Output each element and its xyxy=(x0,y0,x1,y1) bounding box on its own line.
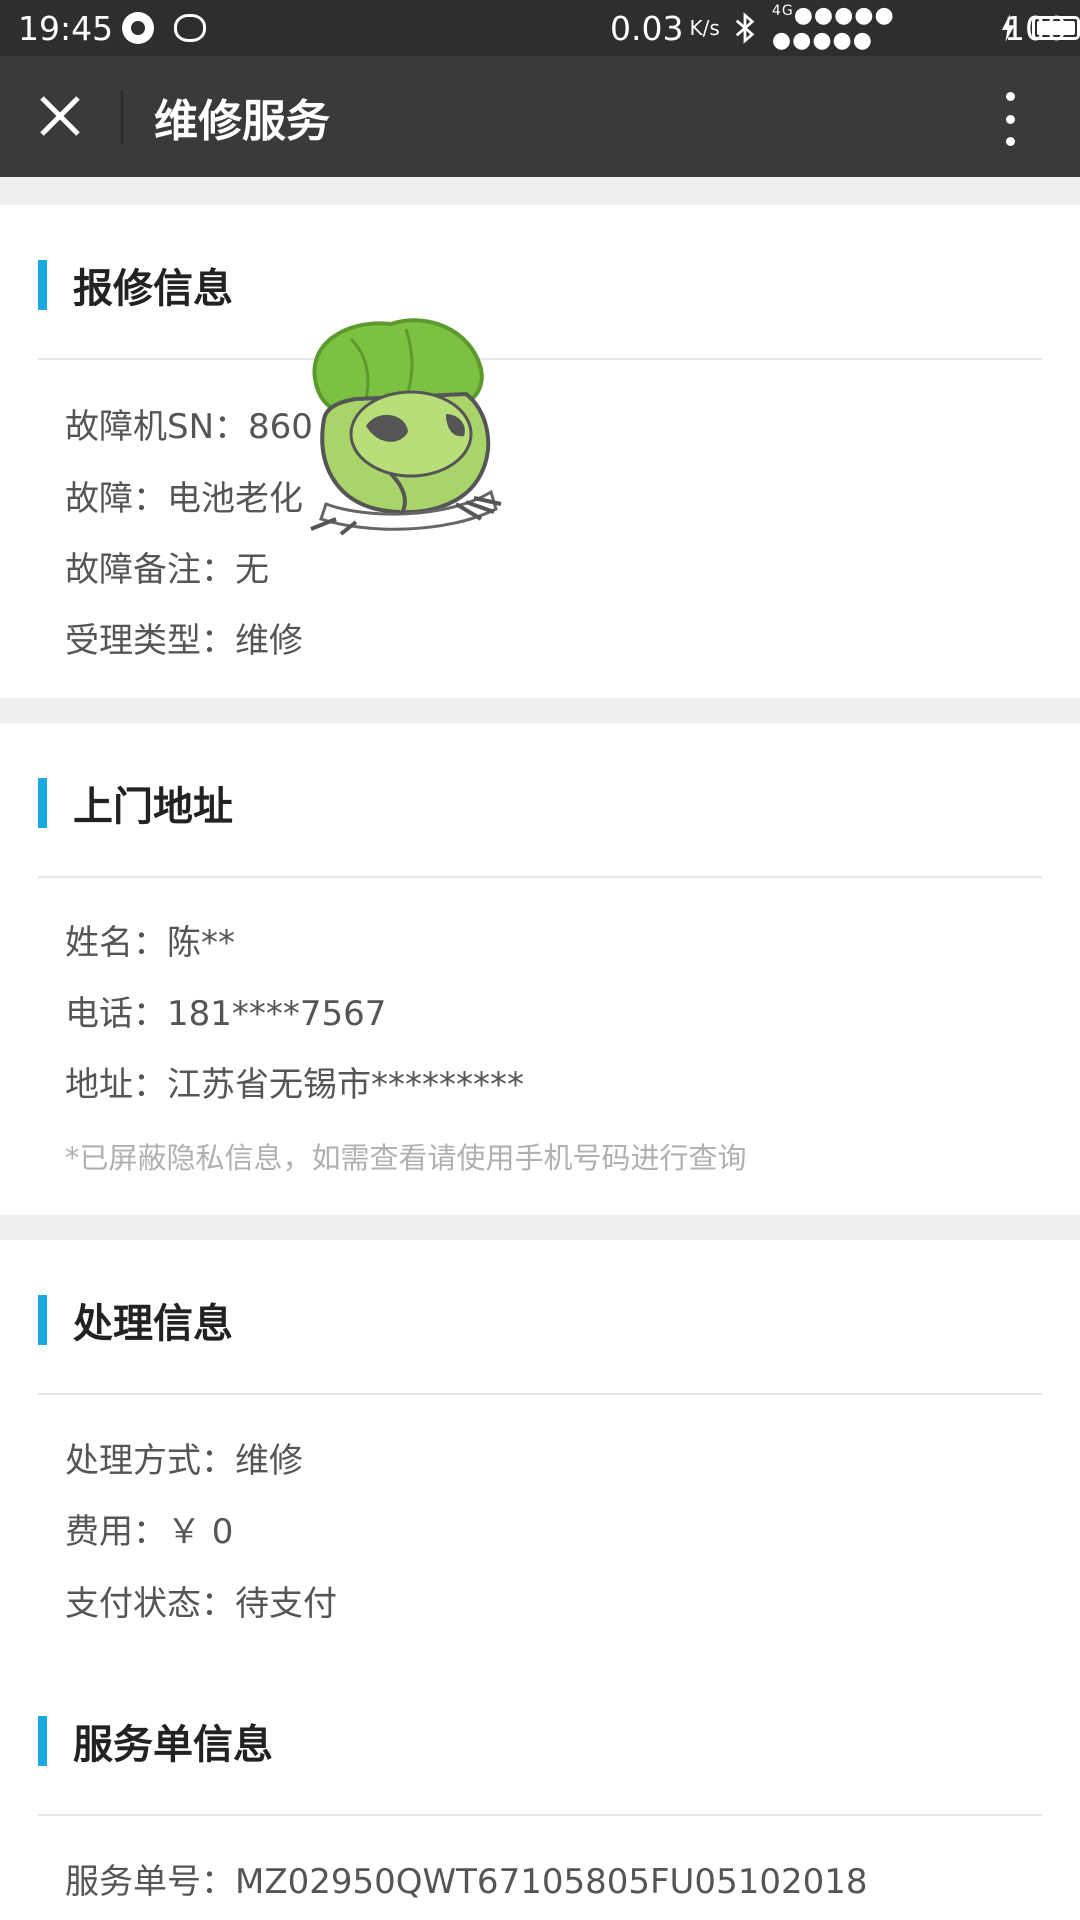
signal-icon: 4G●●●●● ●●●●● xyxy=(771,3,895,53)
fault-sn: 故障机SN：860 xyxy=(65,407,313,447)
section-title: 处理信息 xyxy=(73,1301,233,1347)
network-speed: 0.03 K/s xyxy=(610,0,720,56)
section-accent-bar xyxy=(38,778,47,828)
service-order-header: 服务单信息 xyxy=(38,1716,273,1768)
close-icon xyxy=(40,96,80,136)
contact-phone: 电话：181****7567 xyxy=(65,994,387,1034)
frog-sticker xyxy=(310,318,502,536)
bluetooth-icon xyxy=(735,12,755,44)
battery-level: 100 xyxy=(1004,8,1067,48)
fault-note: 故障备注：无 xyxy=(65,550,269,590)
network-speed-value: 0.03 xyxy=(610,8,684,48)
divider xyxy=(38,876,1042,878)
status-notification-icons xyxy=(122,0,206,56)
page-title: 维修服务 xyxy=(154,95,330,147)
privacy-note: *已屏蔽隐私信息，如需查看请使用手机号码进行查询 xyxy=(65,1141,747,1175)
service-order-number: 服务单号：MZ02950QWT67105805FU05102018 xyxy=(65,1862,868,1902)
contact-address: 地址：江苏省无锡市********* xyxy=(65,1065,524,1105)
network-type: 4G xyxy=(771,3,794,19)
close-button[interactable] xyxy=(32,88,88,144)
network-speed-unit: K/s xyxy=(689,16,720,40)
section-title: 上门地址 xyxy=(73,784,233,830)
processing-card: 处理信息 处理方式：维修 费用：￥ 0 支付状态：待支付 服务单信息 服务单号：… xyxy=(0,1240,1080,1920)
repair-info-header: 报修信息 xyxy=(38,260,233,312)
contact-name: 姓名：陈** xyxy=(65,923,235,963)
repair-info-card: 报修信息 故障机SN：860 故障：电池老化 故障备注：无 受理类型：维修 xyxy=(0,205,1080,698)
payment-status: 支付状态：待支付 xyxy=(65,1584,337,1624)
section-accent-bar xyxy=(38,260,47,310)
status-time: 19:45 xyxy=(18,8,114,48)
header-divider xyxy=(121,90,123,144)
process-method: 处理方式：维修 xyxy=(65,1441,303,1481)
divider xyxy=(38,358,1042,360)
more-icon xyxy=(1005,92,1015,101)
weibo-icon xyxy=(174,14,206,42)
section-accent-bar xyxy=(38,1716,47,1766)
fault-description: 故障：电池老化 xyxy=(65,479,303,519)
process-fee: 费用：￥ 0 xyxy=(65,1512,234,1552)
divider xyxy=(38,1393,1042,1395)
more-icon-dot xyxy=(1005,114,1015,124)
processing-header: 处理信息 xyxy=(38,1295,233,1347)
section-title: 报修信息 xyxy=(73,266,233,312)
address-card: 上门地址 姓名：陈** 电话：181****7567 地址：江苏省无锡市****… xyxy=(0,723,1080,1215)
status-bar: 19:45 0.03 K/s 4G●●●●● ●●●●● 100 xyxy=(0,0,1080,56)
more-icon-dot xyxy=(1005,137,1015,146)
more-button[interactable] xyxy=(990,92,1030,146)
section-accent-bar xyxy=(38,1295,47,1345)
address-header: 上门地址 xyxy=(38,778,233,830)
accept-type: 受理类型：维修 xyxy=(65,621,303,661)
app-header: 维修服务 xyxy=(0,56,1080,177)
app-notification-icon xyxy=(122,12,154,44)
section-title: 服务单信息 xyxy=(73,1722,273,1768)
divider xyxy=(38,1814,1042,1816)
